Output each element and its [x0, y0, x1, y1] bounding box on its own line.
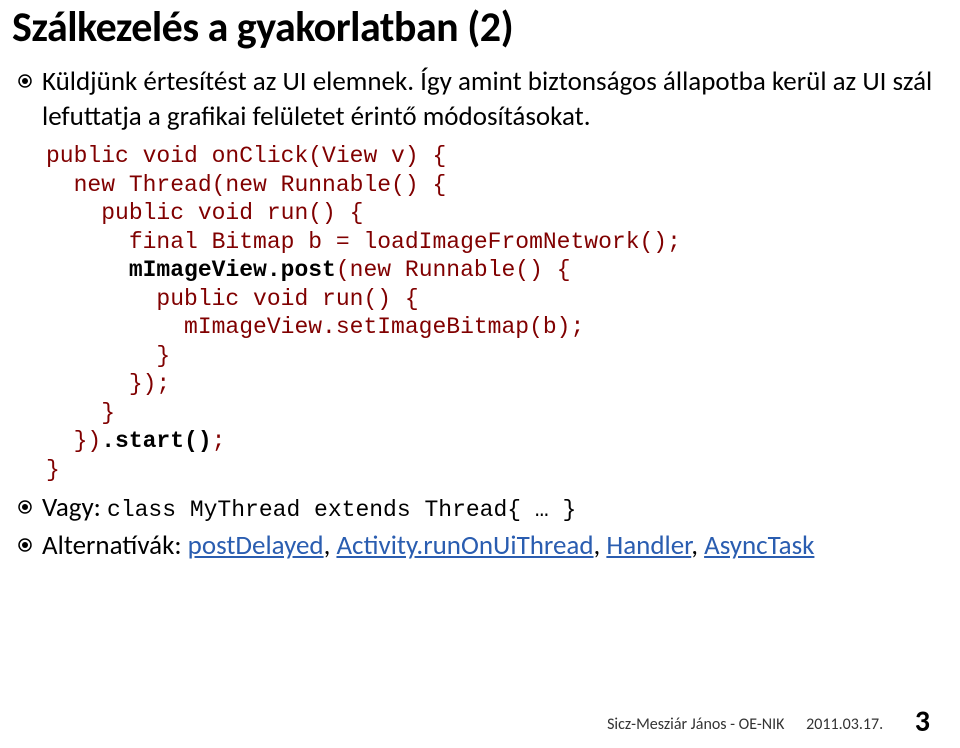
slide-title: Szálkezelés a gyakorlatban (2) — [12, 6, 936, 50]
bullet-text: Vagy: class MyThread extends Thread{ … } — [42, 490, 936, 526]
bullet-list: Küldjünk értesítést az UI elemnek. Így a… — [18, 64, 936, 563]
slide: Szálkezelés a gyakorlatban (2) Küldjünk … — [0, 0, 960, 748]
bullet-icon — [18, 500, 32, 514]
code-block: public void onClick(View v) { new Thread… — [46, 142, 936, 484]
footer-date: 2011.03.17. — [806, 715, 883, 734]
page-number: 3 — [915, 703, 930, 740]
bullet-item: Küldjünk értesítést az UI elemnek. Így a… — [18, 64, 936, 134]
bullet-item: Vagy: class MyThread extends Thread{ … } — [18, 490, 936, 526]
link-handler[interactable]: Handler — [606, 529, 691, 562]
bullet-text: Küldjünk értesítést az UI elemnek. Így a… — [42, 64, 936, 134]
link-asynctask[interactable]: AsyncTask — [704, 529, 814, 562]
alternativak-label: Alternatívák: — [42, 529, 188, 562]
sep: , — [324, 529, 337, 562]
bullet-text: Alternatívák: postDelayed, Activity.runO… — [42, 528, 936, 563]
link-postdelayed[interactable]: postDelayed — [188, 529, 324, 562]
code-inline: class MyThread extends Thread{ … } — [107, 497, 576, 523]
footer: Sicz-Mesziár János - OE-NIK 2011.03.17. … — [607, 703, 930, 740]
sep: , — [691, 529, 704, 562]
bullet-item: Alternatívák: postDelayed, Activity.runO… — [18, 528, 936, 563]
link-runonuithread[interactable]: Activity.runOnUiThread — [336, 529, 593, 562]
bullet-icon — [18, 538, 32, 552]
bullet-icon — [18, 74, 32, 88]
footer-author: Sicz-Mesziár János - OE-NIK — [607, 715, 784, 734]
sep: , — [594, 529, 607, 562]
vagy-label: Vagy: — [42, 491, 107, 524]
